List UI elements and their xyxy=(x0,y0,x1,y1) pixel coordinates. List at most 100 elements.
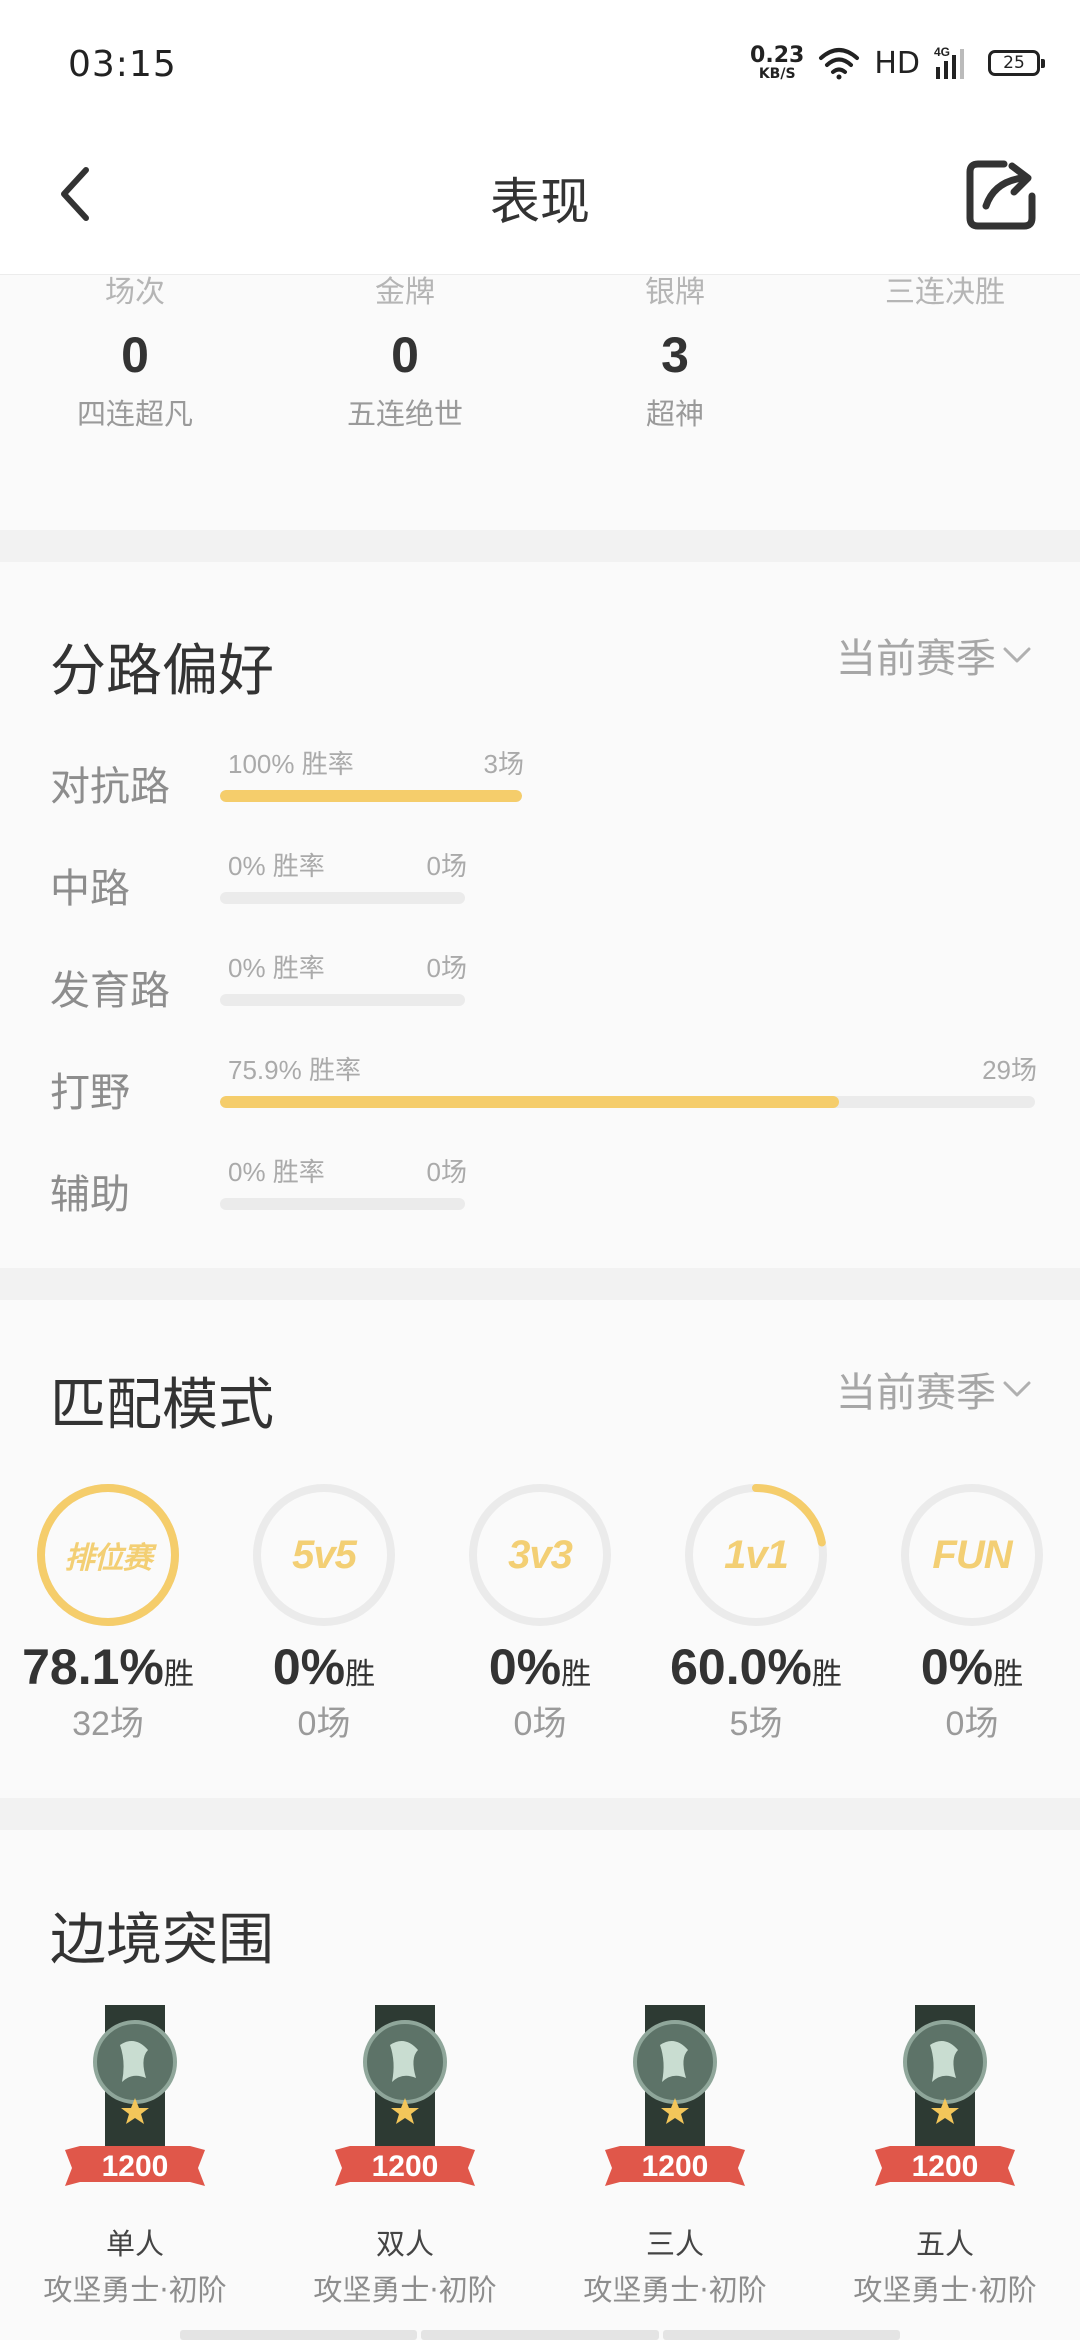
mode-5v5[interactable]: 5v5 0%胜 0场 xyxy=(216,1480,432,1745)
breakout-badge-squad[interactable]: 1200 五人 攻坚勇士·初阶 xyxy=(830,2000,1060,2309)
mode-3v3[interactable]: 3v3 0%胜 0场 xyxy=(432,1480,648,1745)
breakout-badge-duo[interactable]: 1200 双人 攻坚勇士·初阶 xyxy=(290,2000,520,2309)
cut-label: 银牌 xyxy=(645,275,705,310)
stat-label: 四连超凡 xyxy=(76,397,193,431)
lane-preference-title: 分路偏好 xyxy=(50,639,274,704)
lane-fill xyxy=(220,1096,839,1108)
lane-track xyxy=(220,1198,465,1210)
chevron-down-icon xyxy=(1003,647,1031,663)
rank-badge-icon: 1200 xyxy=(330,2000,480,2215)
lane-games: 0场 xyxy=(426,953,467,983)
mode-ring: 3v3 xyxy=(465,1480,615,1630)
mode-rate-value: 78.1% xyxy=(22,1639,164,1695)
badge-score-value: 1200 xyxy=(641,2150,709,2183)
battery-icon: 25 xyxy=(988,50,1045,76)
mode-1v1[interactable]: 1v1 60.0%胜 5场 xyxy=(648,1480,864,1745)
pager-segment xyxy=(180,2330,418,2340)
badge-rank: 攻坚勇士·初阶 xyxy=(43,2273,227,2307)
net-speed-value: 0.23 xyxy=(750,43,805,68)
battery-level: 25 xyxy=(1003,53,1025,73)
stat-value: 0 xyxy=(391,327,419,383)
lane-win-rate: 0% 胜率 xyxy=(228,953,325,983)
badge-score: 1200 xyxy=(878,2146,1012,2196)
lane-games: 29场 xyxy=(982,1055,1037,1085)
lane-bar: 0% 胜率 0场 xyxy=(220,948,467,1018)
lane-row: 中路 0% 胜率 0场 xyxy=(0,846,1080,926)
win-suffix: 胜 xyxy=(561,1657,592,1692)
badge-rank: 攻坚勇士·初阶 xyxy=(853,2273,1037,2307)
lane-name: 对抗路 xyxy=(50,764,170,810)
win-suffix: 胜 xyxy=(811,1657,842,1692)
badge-rank: 攻坚勇士·初阶 xyxy=(313,2273,497,2307)
chevron-down-icon xyxy=(1003,1381,1031,1397)
badge-score-value: 1200 xyxy=(101,2150,169,2183)
breakout-badge-solo[interactable]: 1200 单人 攻坚勇士·初阶 xyxy=(20,2000,250,2309)
mode-games: 0场 xyxy=(945,1705,999,1743)
mode-ring: 5v5 xyxy=(249,1480,399,1630)
cut-off-labels: 场次 金牌 银牌 三连决胜 xyxy=(0,275,1080,310)
signal-icon: 4G xyxy=(934,45,964,79)
cut-label: 金牌 xyxy=(375,275,435,310)
cut-label: 场次 xyxy=(105,275,165,310)
lane-name: 中路 xyxy=(50,866,130,912)
badge-score-value: 1200 xyxy=(371,2150,439,2183)
season-label: 当前赛季 xyxy=(836,1370,996,1416)
badge-mode: 五人 xyxy=(915,2227,974,2261)
lane-season-dropdown[interactable]: 当前赛季 xyxy=(836,626,1032,684)
wifi-icon xyxy=(819,48,860,80)
stat-value: 3 xyxy=(661,327,689,383)
win-suffix: 胜 xyxy=(163,1657,194,1692)
rank-badge-icon: 1200 xyxy=(600,2000,750,2215)
match-mode-title: 匹配模式 xyxy=(50,1373,274,1438)
lane-preference-card: 分路偏好 当前赛季 对抗路 100% 胜率 3场 中路 0% 胜率 0场 发育路 0… xyxy=(0,562,1080,1268)
mode-games: 32场 xyxy=(72,1705,144,1743)
top-app-bar: 表现 xyxy=(0,130,1080,275)
mode-rate-value: 0% xyxy=(488,1639,562,1695)
lane-name: 打野 xyxy=(50,1070,130,1116)
stat-label: 五连绝世 xyxy=(346,397,463,431)
lane-bar: 100% 胜率 3场 xyxy=(220,744,524,814)
badge-score: 1200 xyxy=(608,2146,742,2196)
mode-win-rate: 0%胜 xyxy=(216,1638,432,1696)
lane-games: 0场 xyxy=(426,1157,467,1187)
stat-value: 0 xyxy=(121,327,149,383)
mode-rate-value: 0% xyxy=(920,1639,994,1695)
mode-season-dropdown[interactable]: 当前赛季 xyxy=(836,1360,1032,1418)
badge-mode: 双人 xyxy=(375,2227,434,2261)
lane-row: 发育路 0% 胜率 0场 xyxy=(0,948,1080,1028)
3v3-logo: 3v3 xyxy=(508,1532,573,1577)
lane-track xyxy=(220,994,465,1006)
pager-segment xyxy=(421,2330,659,2340)
share-button[interactable] xyxy=(960,152,1044,236)
fun-logo: FUN xyxy=(932,1532,1012,1577)
rank-badge-icon: 1200 xyxy=(870,2000,1020,2215)
badge-score-value: 1200 xyxy=(911,2150,979,2183)
rank-badge-icon: 1200 xyxy=(60,2000,210,2215)
lane-games: 3场 xyxy=(483,749,524,779)
stat-penta-kill: 0 五连绝世 xyxy=(305,325,505,433)
mode-ring: FUN xyxy=(897,1480,1047,1630)
mode-ring: 排位赛 xyxy=(33,1480,183,1630)
breakout-badge-trio[interactable]: 1200 三人 攻坚勇士·初阶 xyxy=(560,2000,790,2309)
status-time: 03:15 xyxy=(68,44,177,85)
share-icon xyxy=(966,160,1036,230)
border-breakout-title: 边境突围 xyxy=(50,1908,274,1973)
hd-indicator: HD xyxy=(874,45,920,81)
1v1-logo: 1v1 xyxy=(724,1532,789,1577)
lane-track xyxy=(220,892,465,904)
stat-quadra-kill: 0 四连超凡 xyxy=(35,325,235,433)
badge-mode: 单人 xyxy=(105,2227,164,2261)
lane-bar: 75.9% 胜率 29场 xyxy=(220,1050,1037,1120)
mode-games: 0场 xyxy=(297,1705,351,1743)
lane-name: 辅助 xyxy=(50,1172,130,1218)
5v5-logo: 5v5 xyxy=(292,1532,357,1577)
lane-track xyxy=(220,790,522,802)
mode-fun[interactable]: FUN 0%胜 0场 xyxy=(864,1480,1080,1745)
lane-fill xyxy=(220,790,522,802)
win-suffix: 胜 xyxy=(993,1657,1024,1692)
mode-ranked[interactable]: 排位赛 78.1%胜 32场 xyxy=(0,1480,216,1745)
lane-win-rate: 0% 胜率 xyxy=(228,851,325,881)
stat-label: 超神 xyxy=(645,397,704,431)
lane-bar: 0% 胜率 0场 xyxy=(220,1152,467,1222)
mode-ring: 1v1 xyxy=(681,1480,831,1630)
